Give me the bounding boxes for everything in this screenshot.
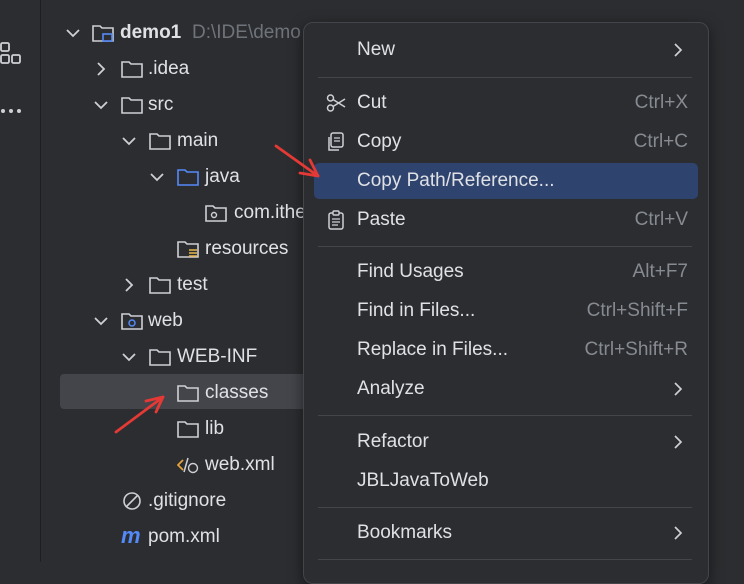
chevron-down-icon[interactable] [147, 159, 167, 195]
menu-item-label: New [357, 39, 396, 60]
menu-item-label: Find in Files... [357, 300, 476, 321]
menu-item-label: Cut [357, 92, 387, 113]
tree-node-label: java [205, 166, 240, 187]
module-folder-icon [92, 25, 114, 42]
menu-item-label: Find Usages [357, 261, 464, 282]
shortcut-label: Ctrl+C [633, 131, 688, 152]
resources-folder-icon [177, 241, 199, 258]
menu-item-copy-path[interactable]: Copy Path/Reference... [314, 163, 698, 199]
menu-item-label: Bookmarks [357, 522, 453, 543]
menu-item-paste[interactable]: Paste Ctrl+V [314, 202, 698, 238]
menu-item-analyze[interactable]: Analyze [314, 371, 698, 407]
tree-node-label: src [148, 94, 174, 115]
web-folder-icon [121, 313, 143, 330]
xml-file-icon [177, 457, 199, 474]
menu-item-cut[interactable]: Cut Ctrl+X [314, 85, 698, 121]
menu-item-label: Refactor [357, 431, 429, 452]
tree-node-label: com.ithe [234, 202, 306, 223]
menu-item-label: Analyze [357, 378, 425, 399]
folder-icon [121, 61, 143, 78]
package-icon [205, 205, 227, 222]
clipboard-icon [328, 210, 344, 230]
chevron-down-icon[interactable] [119, 339, 139, 375]
menu-item-label: JBLJavaToWeb [357, 470, 489, 491]
menu-item-copy[interactable]: Copy Ctrl+C [314, 124, 698, 160]
tree-node-label: web [148, 310, 183, 331]
chevron-down-icon[interactable] [63, 15, 83, 51]
folder-icon [177, 385, 199, 402]
folder-icon [149, 349, 171, 366]
shortcut-label: Ctrl+V [634, 209, 688, 230]
tree-node-label: resources [205, 238, 289, 259]
menu-item-label: Copy [357, 131, 402, 152]
menu-item-new[interactable]: New [314, 32, 698, 68]
scissors-icon [326, 94, 346, 112]
chevron-right-icon[interactable] [119, 267, 139, 303]
tree-node-label: WEB-INF [177, 346, 258, 367]
project-path: D:\IDE\demo [192, 22, 301, 43]
ignore-file-icon [123, 492, 141, 510]
maven-icon: m [121, 523, 141, 548]
menu-item-find-usages[interactable]: Find Usages Alt+F7 [314, 254, 698, 290]
source-folder-icon [177, 169, 199, 186]
shortcut-label: Alt+F7 [632, 261, 688, 282]
folder-icon [149, 277, 171, 294]
tree-node-label: lib [205, 418, 225, 439]
chevron-right-icon[interactable] [91, 51, 111, 87]
structure-icon[interactable] [0, 40, 28, 68]
folder-icon [177, 421, 199, 438]
chevron-right-icon [674, 435, 683, 449]
tree-node-label: .gitignore [148, 490, 227, 511]
chevron-right-icon [674, 382, 683, 396]
menu-separator [318, 559, 692, 560]
menu-item-find-in-files[interactable]: Find in Files... Ctrl+Shift+F [314, 293, 698, 329]
menu-item-refactor[interactable]: Refactor [314, 424, 698, 460]
tree-node-label: main [177, 130, 219, 151]
shortcut-label: Ctrl+Shift+R [584, 339, 688, 360]
menu-separator [318, 77, 692, 78]
tree-node-label: classes [205, 382, 269, 403]
menu-separator [318, 246, 692, 247]
chevron-right-icon [674, 43, 683, 57]
menu-item-bookmarks[interactable]: Bookmarks [314, 515, 698, 551]
project-name: demo1 [120, 22, 182, 43]
tree-node-label: web.xml [205, 454, 275, 475]
menu-item-label: Replace in Files... [357, 339, 509, 360]
menu-item-label: Paste [357, 209, 406, 230]
chevron-down-icon[interactable] [91, 303, 111, 339]
menu-item-label: Copy Path/Reference... [357, 170, 555, 191]
chevron-down-icon[interactable] [91, 87, 111, 123]
tree-node-label: .idea [148, 58, 190, 79]
menu-separator [318, 415, 692, 416]
menu-item-replace-in-files[interactable]: Replace in Files... Ctrl+Shift+R [314, 332, 698, 368]
tool-window-strip [0, 0, 41, 562]
more-tools-icon[interactable] [0, 104, 28, 118]
folder-icon [149, 133, 171, 150]
folder-icon [121, 97, 143, 114]
tree-node-label: test [177, 274, 208, 295]
tree-node-label: pom.xml [148, 526, 220, 547]
shortcut-label: Ctrl+X [634, 92, 688, 113]
chevron-right-icon [674, 526, 683, 540]
shortcut-label: Ctrl+Shift+F [586, 300, 688, 321]
menu-separator [318, 507, 692, 508]
copy-icon [328, 132, 344, 151]
menu-item-jbljavatoweb[interactable]: JBLJavaToWeb [314, 463, 698, 499]
context-menu: New Cut Ctrl+X Copy Ctrl+C Copy Path/Ref… [303, 22, 709, 584]
chevron-down-icon[interactable] [119, 123, 139, 159]
